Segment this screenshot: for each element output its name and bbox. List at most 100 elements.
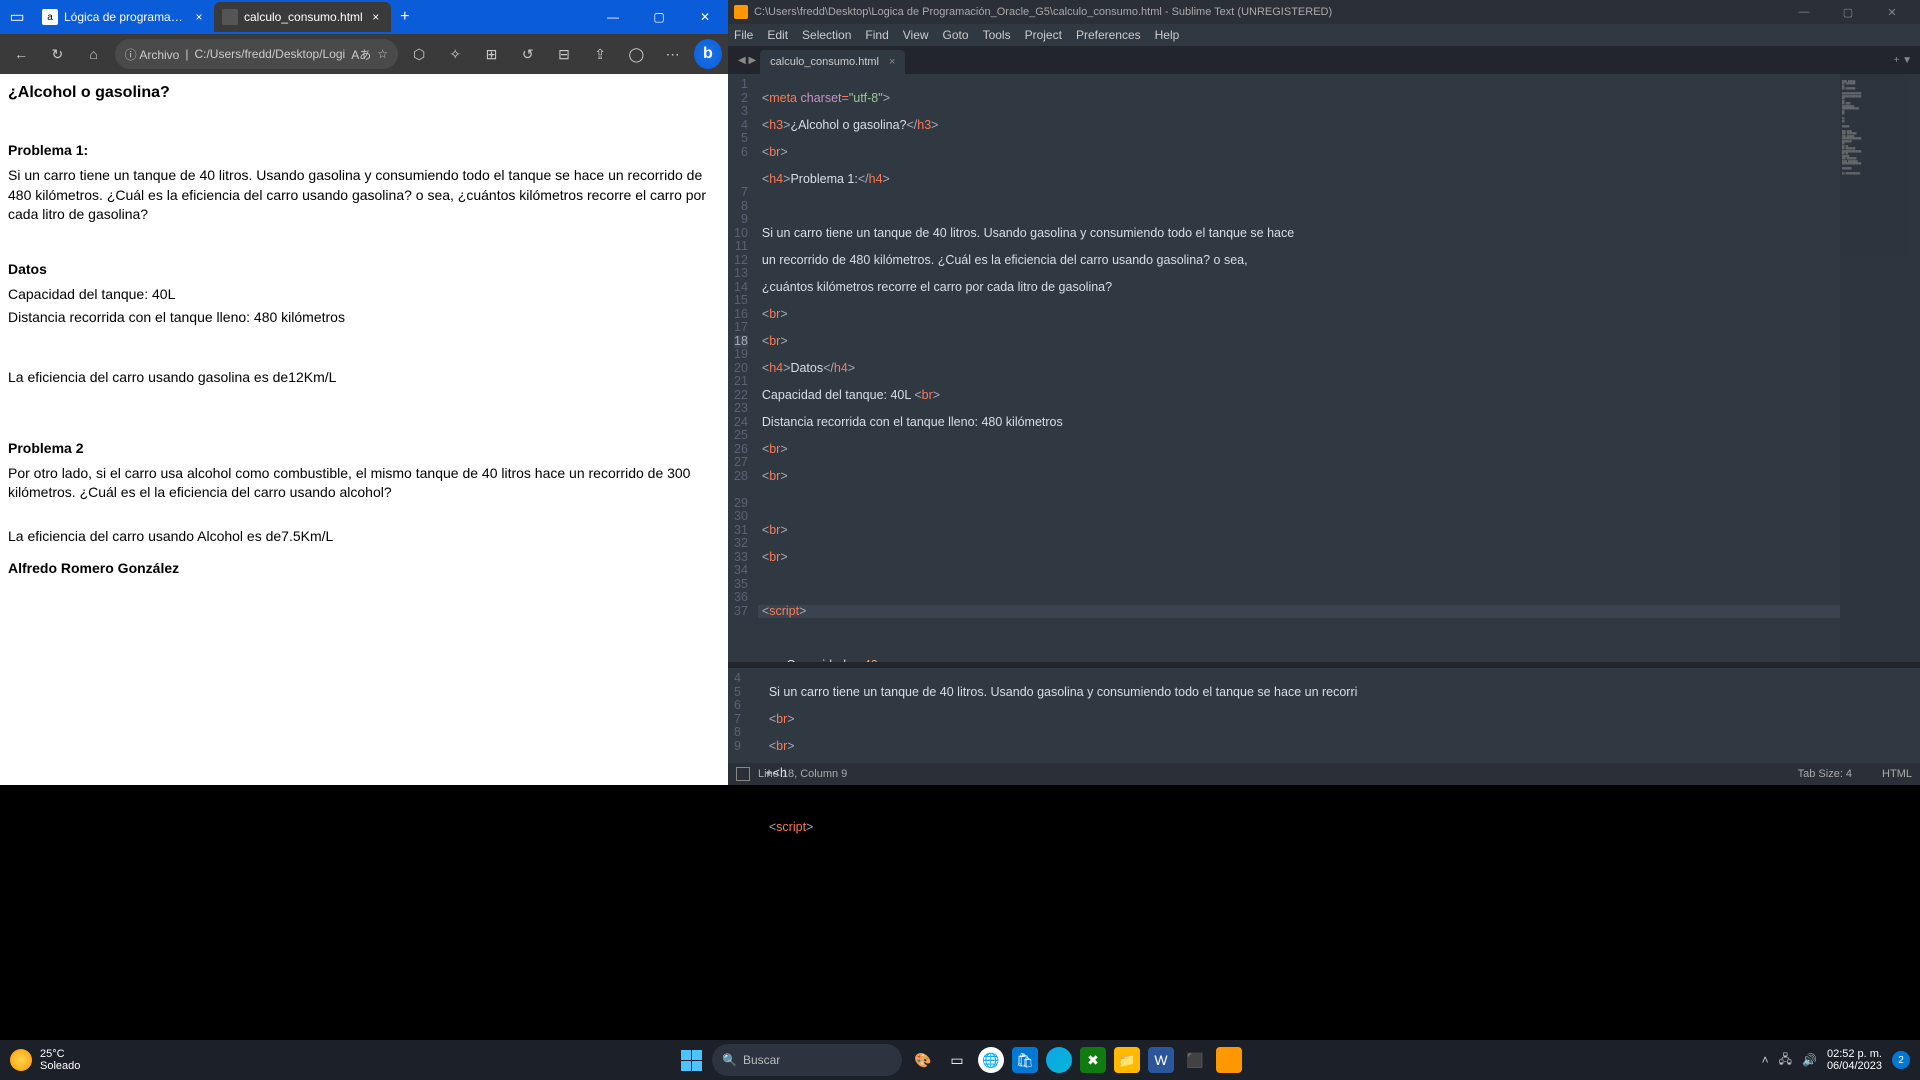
edge-titlebar: ▭ a Lógica de programación: Primer × cal… bbox=[0, 0, 728, 34]
tab-title: calculo_consumo.html bbox=[244, 10, 363, 24]
bottom-code: Si un carro tiene un tanque de 40 litros… bbox=[751, 668, 1920, 763]
code-area[interactable]: 123456 789101112131415161718192021222324… bbox=[728, 74, 1920, 662]
app-icon[interactable]: ⬛ bbox=[1182, 1047, 1208, 1073]
editor-tab-title: calculo_consumo.html bbox=[770, 56, 879, 68]
tab-title: Lógica de programación: Primer bbox=[64, 10, 186, 24]
tray-overflow-icon[interactable]: ˄ bbox=[1762, 1053, 1769, 1067]
profile-icon[interactable]: ◯ bbox=[621, 38, 651, 70]
task-view-icon[interactable]: ▭ bbox=[944, 1047, 970, 1073]
close-button[interactable]: ✕ bbox=[1870, 0, 1914, 24]
code-text[interactable]: <meta charset="utf-8"> <h3>¿Alcohol o ga… bbox=[758, 74, 1840, 662]
menu-file[interactable]: File bbox=[734, 28, 753, 42]
copilot-icon[interactable]: 🎨 bbox=[910, 1047, 936, 1073]
browser-tab-active[interactable]: calculo_consumo.html × bbox=[214, 2, 391, 32]
menu-view[interactable]: View bbox=[903, 28, 929, 42]
bottom-panel[interactable]: 456789 Si un carro tiene un tanque de 40… bbox=[728, 668, 1920, 763]
explorer-icon[interactable]: 📁 bbox=[1114, 1047, 1140, 1073]
url-separator: | bbox=[185, 47, 188, 61]
page-heading: ¿Alcohol o gasolina? bbox=[8, 84, 720, 102]
volume-icon[interactable]: 🔊 bbox=[1802, 1053, 1817, 1067]
taskbar-search[interactable]: 🔍 Buscar bbox=[712, 1044, 902, 1076]
editor-tab[interactable]: calculo_consumo.html × bbox=[760, 50, 905, 74]
home-button[interactable]: ⌂ bbox=[78, 38, 108, 70]
problem2-heading: Problema 2 bbox=[8, 440, 720, 456]
menu-tools[interactable]: Tools bbox=[983, 28, 1011, 42]
store-icon[interactable]: 🛍 bbox=[1012, 1047, 1038, 1073]
minimize-button[interactable]: — bbox=[590, 0, 636, 34]
panel-switcher-icon[interactable] bbox=[736, 767, 750, 781]
start-button[interactable] bbox=[678, 1047, 704, 1073]
tab-close-icon[interactable]: × bbox=[369, 10, 383, 24]
back-button[interactable]: ← bbox=[6, 38, 36, 70]
resultado-gasolina: La eficiencia del carro usando gasolina … bbox=[8, 368, 720, 388]
problem1-text: Si un carro tiene un tanque de 40 litros… bbox=[8, 166, 720, 225]
bing-button[interactable]: b bbox=[694, 39, 722, 69]
bottom-gutter: 456789 bbox=[728, 668, 751, 763]
taskbar-clock[interactable]: 02:52 p. m. 06/04/2023 bbox=[1827, 1048, 1882, 1072]
sublime-title: C:\Users\fredd\Desktop\Logica de Program… bbox=[754, 6, 1782, 18]
edge-icon[interactable] bbox=[1046, 1047, 1072, 1073]
line-gutter: 123456 789101112131415161718192021222324… bbox=[728, 74, 758, 662]
dato-distancia: Distancia recorrida con el tanque lleno:… bbox=[8, 308, 720, 328]
share-icon[interactable]: ⇪ bbox=[585, 38, 615, 70]
edge-window-controls: — ▢ ✕ bbox=[590, 0, 728, 34]
taskbar-center: 🔍 Buscar 🎨 ▭ 🌐 🛍 ✖ 📁 W ⬛ bbox=[678, 1044, 1242, 1076]
menu-find[interactable]: Find bbox=[865, 28, 888, 42]
new-tab-button[interactable]: + bbox=[391, 8, 419, 26]
edge-toolbar: ← ↻ ⌂ ⓘ Archivo | C:/Users/fredd/Desktop… bbox=[0, 34, 728, 74]
favorite-icon[interactable]: ☆ bbox=[377, 47, 388, 61]
dato-capacidad: Capacidad del tanque: 40L bbox=[8, 285, 720, 305]
menu-goto[interactable]: Goto bbox=[943, 28, 969, 42]
edge-tabstrip: a Lógica de programación: Primer × calcu… bbox=[34, 0, 590, 34]
minimize-button[interactable]: — bbox=[1782, 0, 1826, 24]
network-icon[interactable]: 🖧 bbox=[1779, 1050, 1792, 1071]
menu-preferences[interactable]: Preferences bbox=[1076, 28, 1141, 42]
weather-desc: Soleado bbox=[40, 1060, 80, 1072]
notification-badge[interactable]: 2 bbox=[1892, 1051, 1910, 1069]
resultado-alcohol: La eficiencia del carro usando Alcohol e… bbox=[8, 527, 720, 547]
sublime-menubar: File Edit Selection Find View Goto Tools… bbox=[728, 24, 1920, 46]
reload-button[interactable]: ↻ bbox=[42, 38, 72, 70]
maximize-button[interactable]: ▢ bbox=[1826, 0, 1870, 24]
windows-taskbar: 25°C Soleado 🔍 Buscar 🎨 ▭ 🌐 🛍 ✖ 📁 W ⬛ ˄ … bbox=[0, 1040, 1920, 1080]
word-icon[interactable]: W bbox=[1148, 1047, 1174, 1073]
tab-history-arrows[interactable]: ◀ ▶ bbox=[734, 55, 760, 66]
address-bar[interactable]: ⓘ Archivo | C:/Users/fredd/Desktop/Logic… bbox=[115, 39, 398, 69]
xbox-icon[interactable]: ✖ bbox=[1080, 1047, 1106, 1073]
tab-close-icon[interactable]: × bbox=[192, 10, 206, 24]
search-placeholder: Buscar bbox=[743, 1053, 780, 1067]
more-icon[interactable]: ⋯ bbox=[658, 38, 688, 70]
tab-actions-icon[interactable]: ▭ bbox=[0, 7, 34, 27]
menu-edit[interactable]: Edit bbox=[767, 28, 788, 42]
extensions-icon[interactable]: ⬡ bbox=[404, 38, 434, 70]
taskbar-weather[interactable]: 25°C Soleado bbox=[0, 1048, 80, 1072]
tab-menu-icon[interactable]: + ▼ bbox=[1893, 55, 1920, 66]
chrome-icon[interactable]: 🌐 bbox=[978, 1047, 1004, 1073]
maximize-button[interactable]: ▢ bbox=[636, 0, 682, 34]
collections-icon[interactable]: ⊞ bbox=[476, 38, 506, 70]
history-icon[interactable]: ↺ bbox=[513, 38, 543, 70]
browser-tab-inactive[interactable]: a Lógica de programación: Primer × bbox=[34, 2, 214, 32]
minimap[interactable]: ████ ████████ ████████████ █████████████… bbox=[1840, 74, 1920, 662]
sublime-icon bbox=[734, 5, 748, 19]
menu-project[interactable]: Project bbox=[1025, 28, 1062, 42]
sublime-body: 123456 789101112131415161718192021222324… bbox=[728, 74, 1920, 785]
problem1-heading: Problema 1: bbox=[8, 142, 720, 158]
problem2-text: Por otro lado, si el carro usa alcohol c… bbox=[8, 464, 720, 503]
sublime-window: C:\Users\fredd\Desktop\Logica de Program… bbox=[728, 0, 1920, 785]
favorites-icon[interactable]: ✧ bbox=[440, 38, 470, 70]
tab-close-icon[interactable]: × bbox=[889, 56, 895, 68]
datos-heading: Datos bbox=[8, 261, 720, 277]
page-content: ¿Alcohol o gasolina? Problema 1: Si un c… bbox=[0, 74, 728, 785]
sublime-taskbar-icon[interactable] bbox=[1216, 1047, 1242, 1073]
clock-time: 02:52 p. m. bbox=[1827, 1048, 1882, 1060]
url-scheme-label: ⓘ Archivo bbox=[125, 46, 180, 63]
sublime-window-controls: — ▢ ✕ bbox=[1782, 0, 1914, 24]
read-aloud-icon[interactable]: Aあ bbox=[351, 46, 371, 63]
close-button[interactable]: ✕ bbox=[682, 0, 728, 34]
downloads-icon[interactable]: ⊟ bbox=[549, 38, 579, 70]
author-heading: Alfredo Romero González bbox=[8, 560, 720, 576]
menu-selection[interactable]: Selection bbox=[802, 28, 851, 42]
sublime-titlebar: C:\Users\fredd\Desktop\Logica de Program… bbox=[728, 0, 1920, 24]
menu-help[interactable]: Help bbox=[1155, 28, 1180, 42]
